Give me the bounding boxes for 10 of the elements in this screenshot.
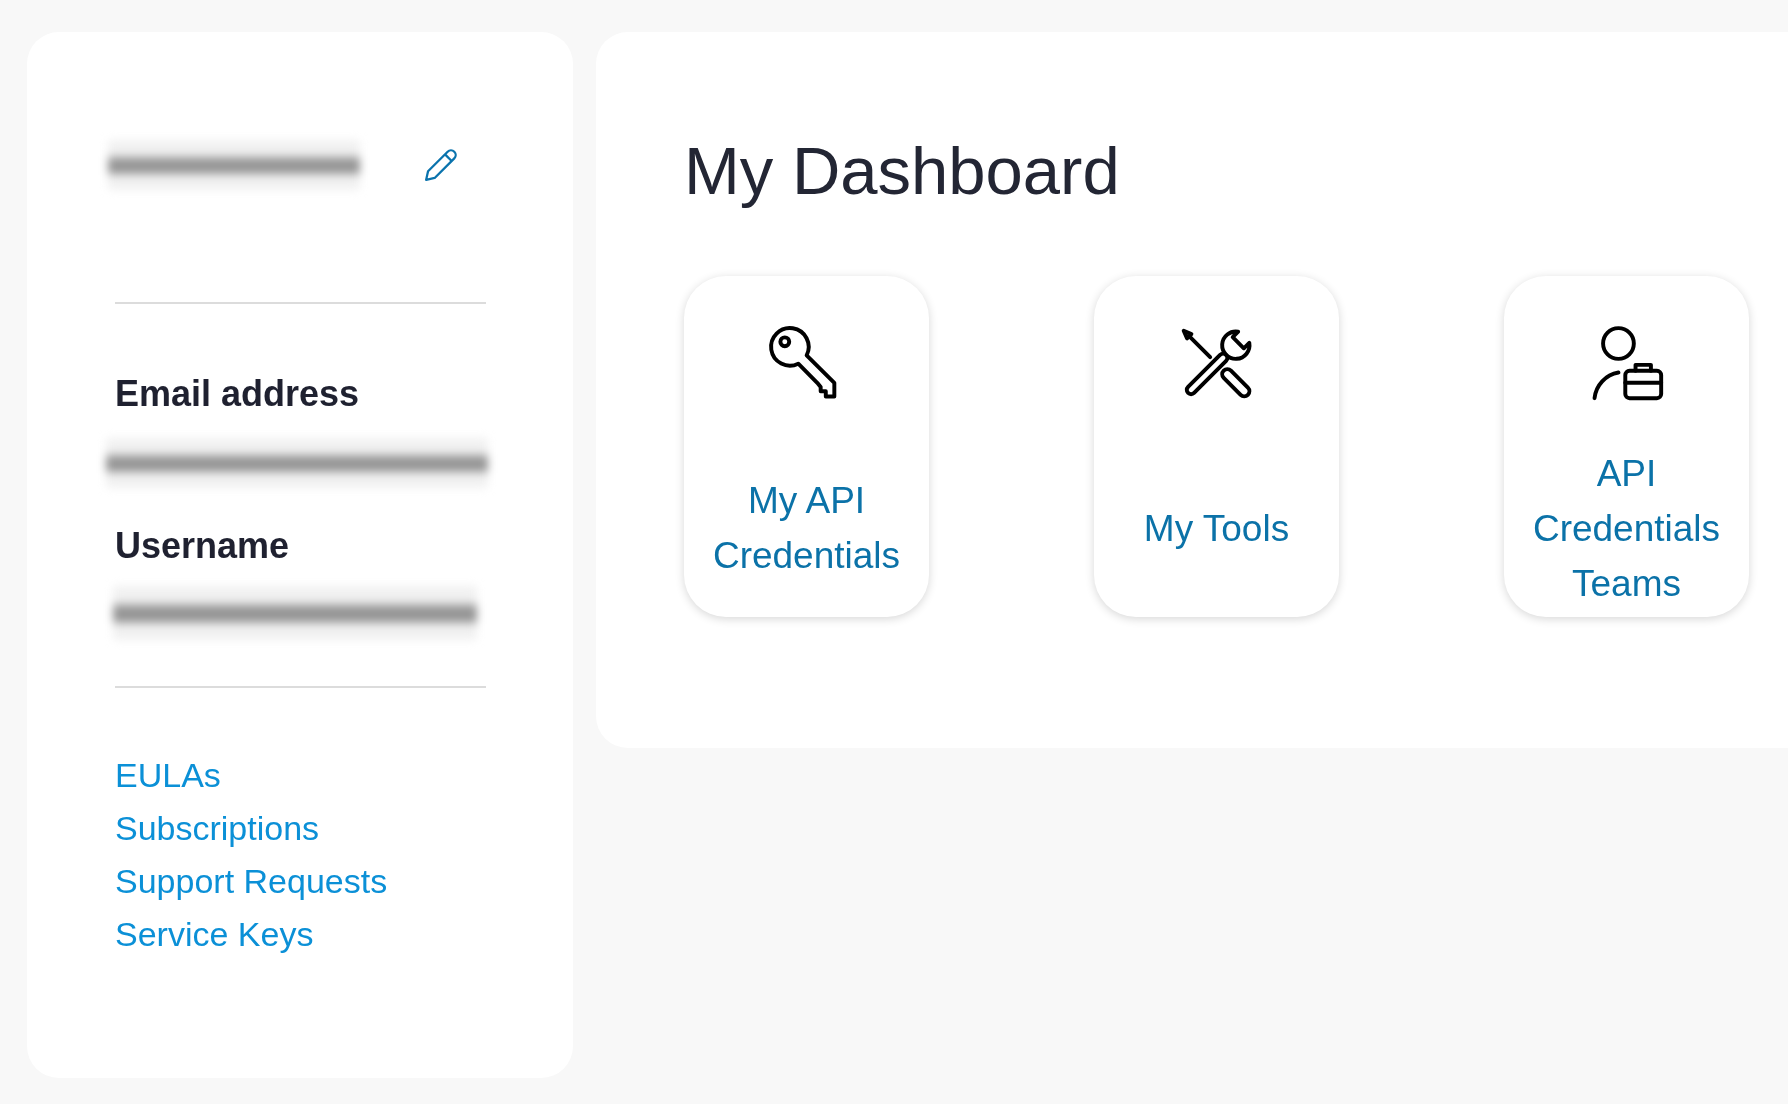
field-label: Username <box>115 524 290 568</box>
profile-link[interactable]: EULAs <box>115 749 221 802</box>
dashboard-card[interactable]: API Credentials Teams <box>1504 276 1749 617</box>
profile-link[interactable]: Subscriptions <box>115 802 320 855</box>
profile-link[interactable]: Service Keys <box>115 908 314 961</box>
dashboard-card[interactable]: My API Credentials <box>684 276 929 617</box>
dashboard-card[interactable]: My Tools <box>1094 276 1339 617</box>
page-title: My Dashboard <box>684 132 1120 210</box>
field-label: Email address <box>115 372 360 416</box>
profile-link[interactable]: Support Requests <box>115 855 388 908</box>
